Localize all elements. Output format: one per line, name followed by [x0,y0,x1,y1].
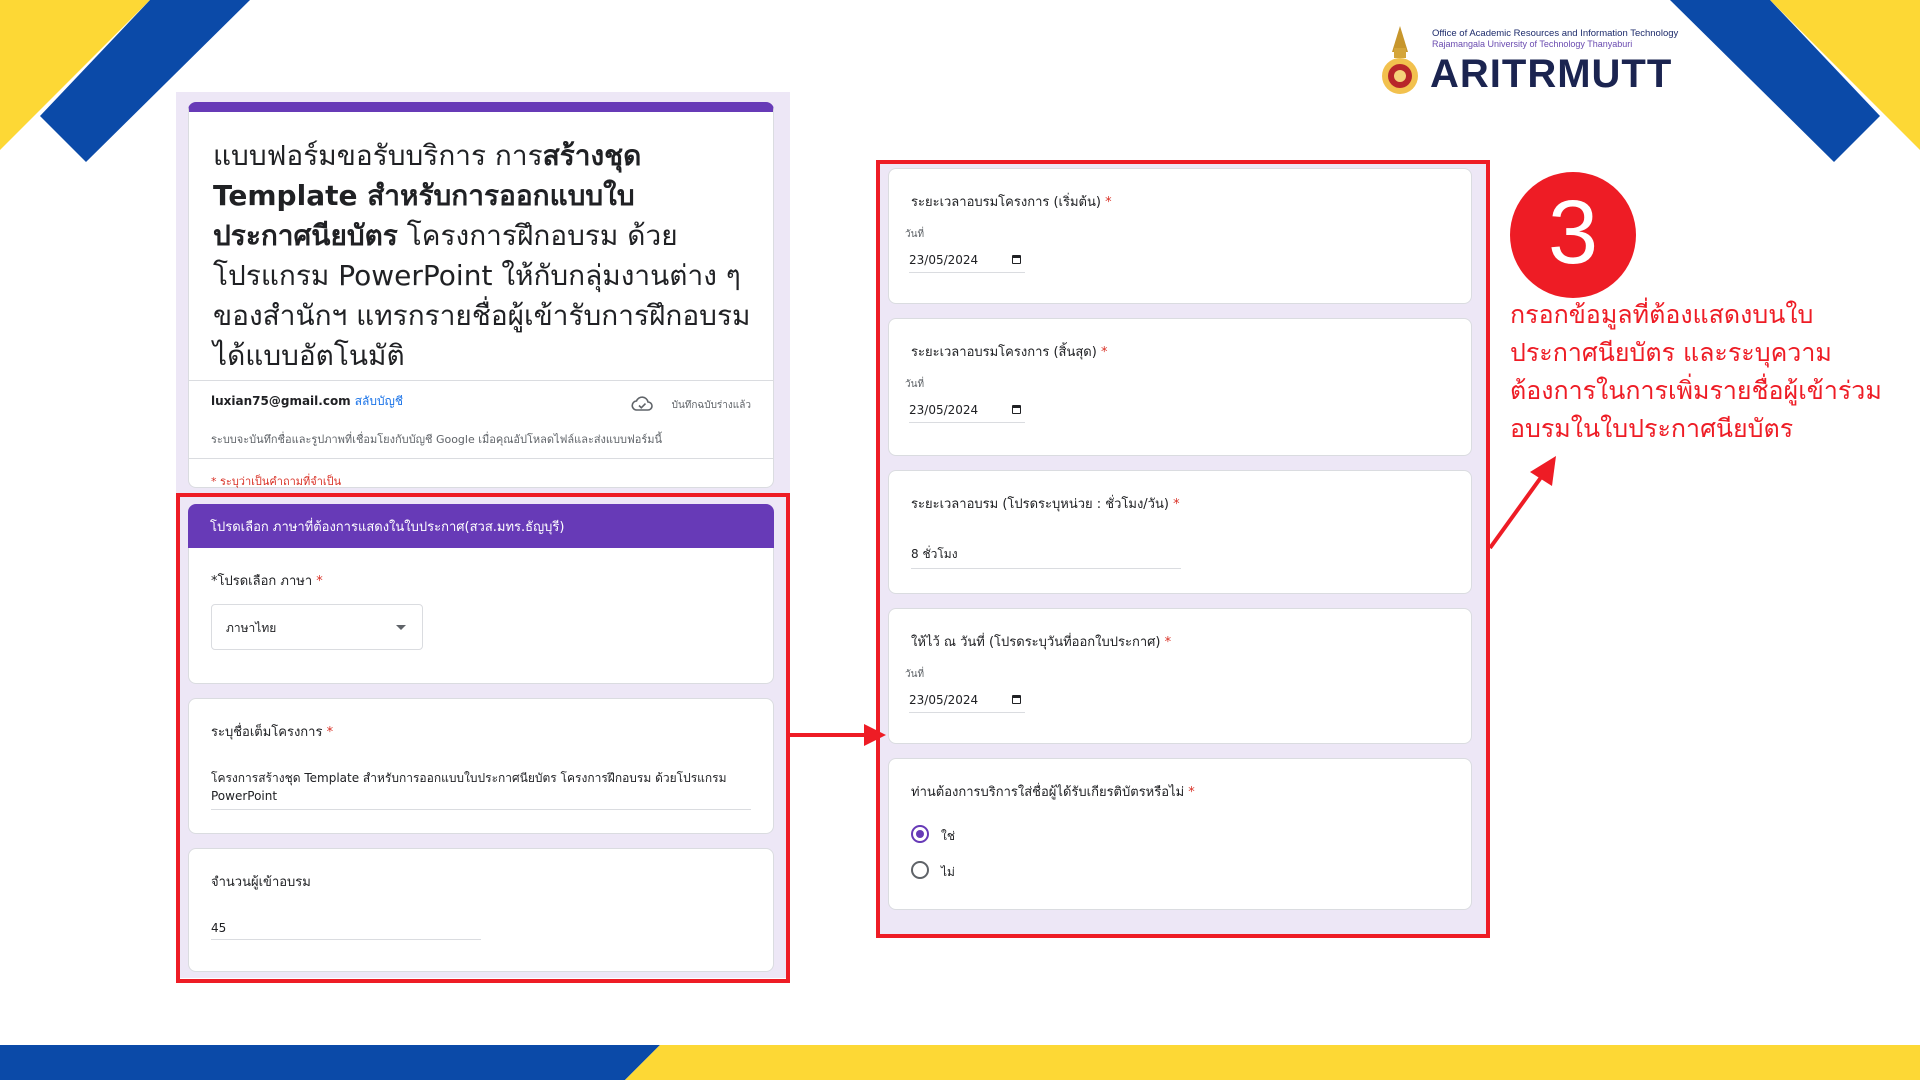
logo-wordmark: ARITRMUTT [1430,52,1673,96]
account-info: luxian75@gmail.com สลับบัญชี [211,392,403,411]
form-header-card: แบบฟอร์มขอรับบริการ การสร้างชุด Template… [188,102,774,488]
university-emblem-icon [1382,26,1418,94]
bottom-decoration [0,1045,1920,1080]
logo-line1: Office of Academic Resources and Informa… [1432,28,1679,39]
highlight-box-left [176,493,790,983]
highlight-box-right [876,160,1490,938]
cloud-check-icon [631,396,653,411]
draft-saved-status: บันทึกฉบับร่างแล้ว [671,400,751,411]
arrow-right-icon [790,724,886,746]
top-right-decoration [1670,0,1920,162]
logo-line2: Rajamangala University of Technology Tha… [1432,39,1633,49]
divider [189,380,773,381]
account-email: luxian75@gmail.com [211,394,351,408]
required-note: * ระบุว่าเป็นคำถามที่จำเป็น [211,475,342,488]
step-number-badge: 3 [1510,172,1636,298]
privacy-note: ระบบจะบันทึกชื่อและรูปภาพที่เชื่อมโยงกับ… [211,433,663,446]
divider [189,458,773,459]
form-title: แบบฟอร์มขอรับบริการ การสร้างชุด Template… [213,139,751,372]
aritrmutt-logo: Office of Academic Resources and Informa… [1378,22,1678,104]
slide: Office of Academic Resources and Informa… [0,0,1920,1080]
step-instruction: กรอกข้อมูลที่ต้องแสดงบนใบประกาศนียบัตร แ… [1510,300,1882,443]
switch-account-link[interactable]: สลับบัญชี [355,394,403,408]
arrow-up-right-icon [1488,456,1556,550]
